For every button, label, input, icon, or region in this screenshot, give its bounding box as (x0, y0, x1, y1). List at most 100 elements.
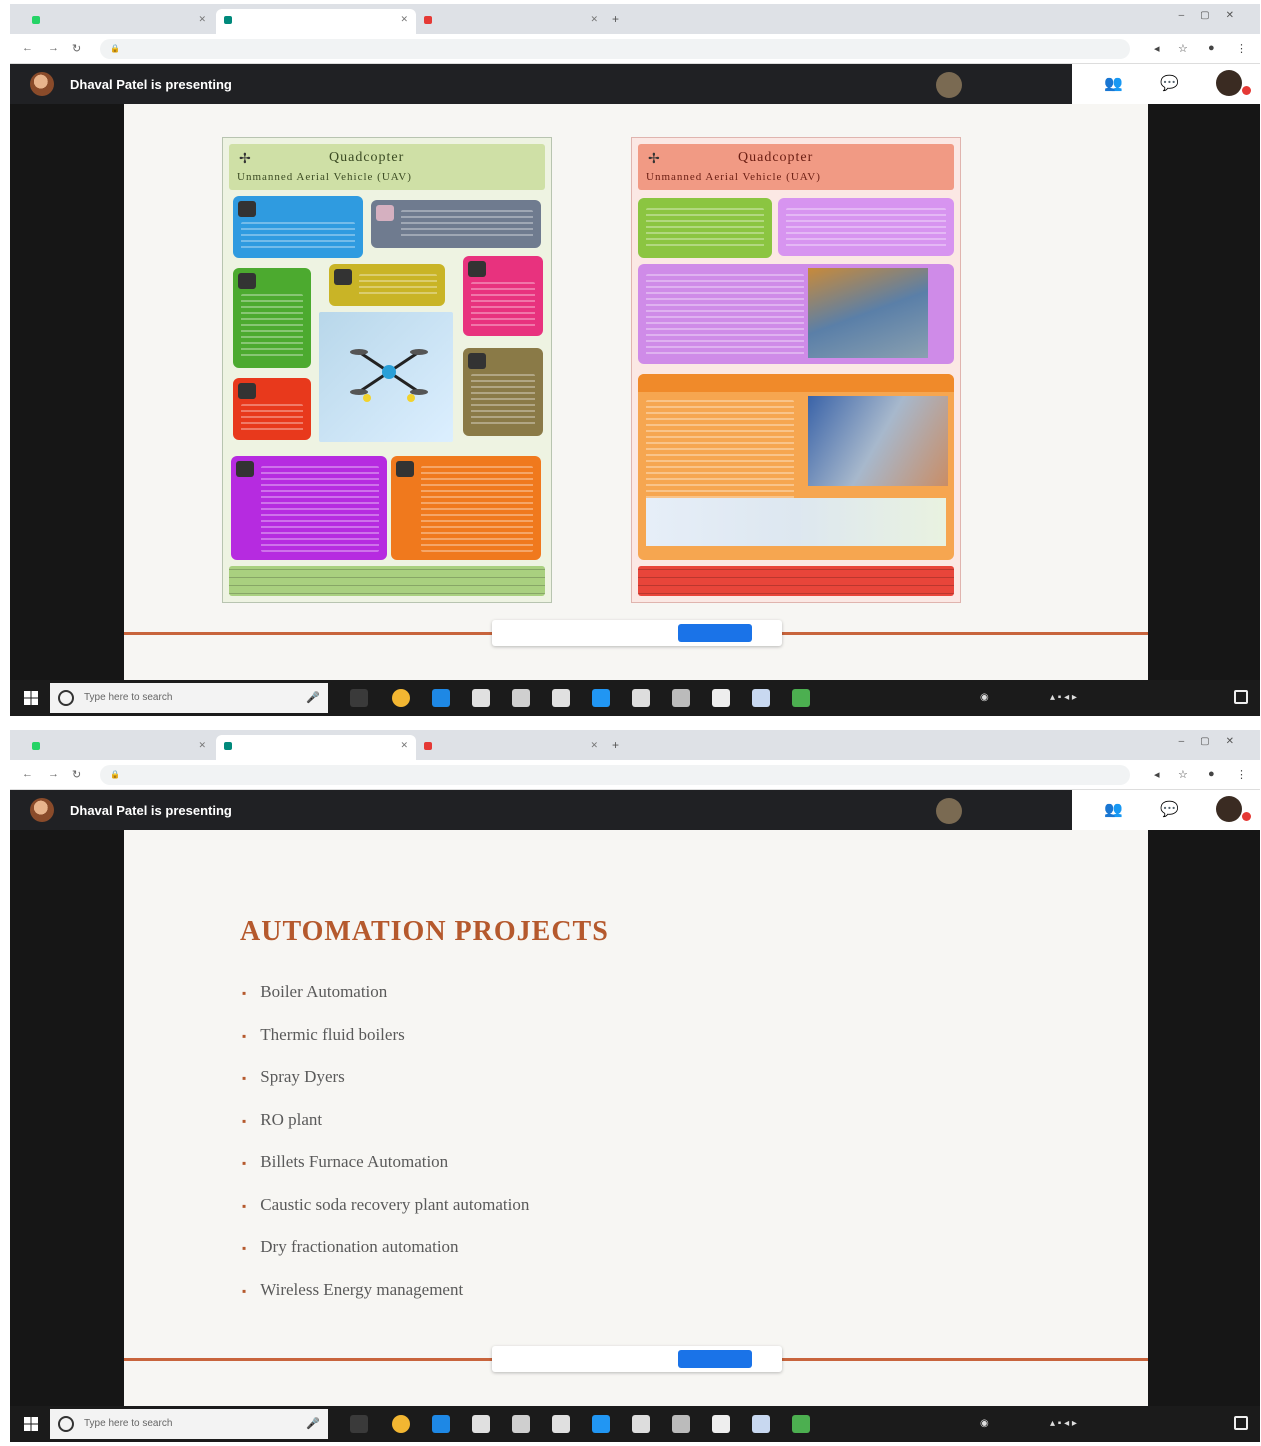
edge-icon[interactable] (432, 689, 450, 707)
people-icon[interactable]: 👥 (1104, 800, 1123, 818)
profile-icon[interactable]: ● (1208, 768, 1215, 780)
menu-icon[interactable]: ⋮ (1236, 768, 1247, 781)
recording-icon (424, 741, 432, 750)
close-tab-icon[interactable]: ✕ (400, 740, 408, 751)
app-icon[interactable] (632, 1415, 650, 1433)
taskbar-search[interactable]: Type here to search 🎤 (50, 1409, 328, 1439)
slide-title: AUTOMATION PROJECTS (240, 916, 609, 947)
chat-icon[interactable]: 💬 (1160, 74, 1179, 92)
app-icon[interactable] (752, 689, 770, 707)
poster-panel (778, 198, 954, 256)
url-field[interactable]: 🔒 (100, 39, 1130, 59)
folder-icon[interactable] (592, 689, 610, 707)
extension-icon[interactable]: ◂ (1154, 768, 1160, 781)
bullet-icon: ▪ (242, 1071, 247, 1085)
window-controls[interactable]: –▢✕ (1179, 736, 1250, 747)
recording-dot-icon (1242, 86, 1251, 95)
close-tab-icon[interactable]: ✕ (400, 14, 408, 25)
avatar[interactable] (1216, 70, 1242, 96)
app-icon[interactable] (672, 1415, 690, 1433)
task-view-icon[interactable] (350, 1415, 368, 1433)
edge-icon[interactable] (432, 1415, 450, 1433)
folder-icon[interactable] (592, 1415, 610, 1433)
network-icon[interactable]: ◉ (980, 1418, 989, 1429)
chat-icon[interactable]: 💬 (1160, 800, 1179, 818)
app-icon[interactable] (752, 1415, 770, 1433)
mail-icon[interactable] (472, 689, 490, 707)
participant-tile[interactable] (930, 794, 1070, 828)
list-item: ▪ Billets Furnace Automation (242, 1152, 449, 1171)
screenshot-2: ✕ ✕ ✕ + –▢✕ ← → ↻ 🔒 ◂ ☆ ● ⋮ Dhaval Patel… (10, 730, 1260, 1442)
browser-tab-bar: ✕ ✕ ✕ + –▢✕ (10, 730, 1260, 760)
microphone-icon[interactable]: 🎤 (306, 691, 320, 704)
system-tray: ◉ ▴ ▪ ◂ ▸ (960, 1406, 1260, 1442)
close-tab-icon[interactable]: ✕ (198, 14, 206, 25)
sharing-bar (492, 1346, 782, 1372)
store-icon[interactable] (512, 689, 530, 707)
notification-icon[interactable] (1234, 1416, 1248, 1430)
reload-icon[interactable]: ↻ (72, 42, 81, 55)
poster-footer (229, 566, 545, 596)
meet-header: Dhaval Patel is presenting 👥 💬 (10, 64, 1260, 104)
tray-icons[interactable]: ▴ ▪ ◂ ▸ (1050, 692, 1077, 703)
windows-logo-icon[interactable] (24, 1417, 38, 1431)
back-icon[interactable]: ← (22, 768, 33, 780)
avatar[interactable] (1216, 796, 1242, 822)
participant-tile[interactable] (930, 68, 1070, 102)
stop-sharing-button[interactable] (678, 624, 752, 642)
chrome-icon[interactable] (392, 1415, 410, 1433)
network-icon[interactable]: ◉ (980, 692, 989, 703)
browser-tab[interactable]: ✕ (24, 9, 214, 34)
mail-icon[interactable] (472, 1415, 490, 1433)
meet-header: Dhaval Patel is presenting 👥 💬 (10, 790, 1260, 830)
menu-icon[interactable]: ⋮ (1236, 42, 1247, 55)
browser-tab[interactable]: ✕ (24, 735, 214, 760)
stop-sharing-button[interactable] (678, 1350, 752, 1368)
close-tab-icon[interactable]: ✕ (198, 740, 206, 751)
recording-icon (424, 15, 432, 24)
tray-icons[interactable]: ▴ ▪ ◂ ▸ (1050, 1418, 1077, 1429)
windows-taskbar: Type here to search 🎤 ◉ ▴ ▪ ◂ ▸ (10, 680, 1260, 716)
presenting-label: Dhaval Patel is presenting (70, 803, 232, 818)
star-icon[interactable]: ☆ (1178, 42, 1188, 55)
back-icon[interactable]: ← (22, 42, 33, 54)
people-icon[interactable]: 👥 (1104, 74, 1123, 92)
system-tray: ◉ ▴ ▪ ◂ ▸ (960, 680, 1260, 716)
forward-icon[interactable]: → (48, 768, 59, 780)
window-controls[interactable]: –▢✕ (1179, 10, 1250, 21)
microphone-icon[interactable]: 🎤 (306, 1417, 320, 1430)
diagram-strip (646, 498, 946, 546)
dropbox-icon[interactable] (552, 1415, 570, 1433)
chrome-icon[interactable] (392, 689, 410, 707)
dropbox-icon[interactable] (552, 689, 570, 707)
poster-footer (638, 566, 954, 596)
slide: AUTOMATION PROJECTS ▪ Boiler Automation ▪… (124, 830, 1148, 1406)
extension-icon[interactable]: ◂ (1154, 42, 1160, 55)
app-icon[interactable] (712, 1415, 730, 1433)
star-icon[interactable]: ☆ (1178, 768, 1188, 781)
app-icon[interactable] (792, 1415, 810, 1433)
new-tab-button[interactable]: + (612, 12, 619, 26)
store-icon[interactable] (512, 1415, 530, 1433)
task-view-icon[interactable] (350, 689, 368, 707)
app-icon[interactable] (712, 689, 730, 707)
new-tab-button[interactable]: + (612, 738, 619, 752)
windows-logo-icon[interactable] (24, 691, 38, 705)
app-icon[interactable] (792, 689, 810, 707)
bullet-icon: ▪ (242, 1283, 247, 1298)
app-icon[interactable] (632, 689, 650, 707)
browser-tab-active[interactable]: ✕ (216, 735, 416, 760)
profile-icon[interactable]: ● (1208, 42, 1215, 54)
drone-icon: ✢ (648, 150, 660, 166)
browser-tab-active[interactable]: ✕ (216, 9, 416, 34)
close-tab-icon[interactable]: ✕ (590, 14, 598, 25)
taskbar-search[interactable]: Type here to search 🎤 (50, 683, 328, 713)
browser-tab[interactable]: ✕ (416, 735, 606, 760)
notification-icon[interactable] (1234, 690, 1248, 704)
url-field[interactable]: 🔒 (100, 765, 1130, 785)
browser-tab[interactable]: ✕ (416, 9, 606, 34)
reload-icon[interactable]: ↻ (72, 768, 81, 781)
close-tab-icon[interactable]: ✕ (590, 740, 598, 751)
forward-icon[interactable]: → (48, 42, 59, 54)
app-icon[interactable] (672, 689, 690, 707)
